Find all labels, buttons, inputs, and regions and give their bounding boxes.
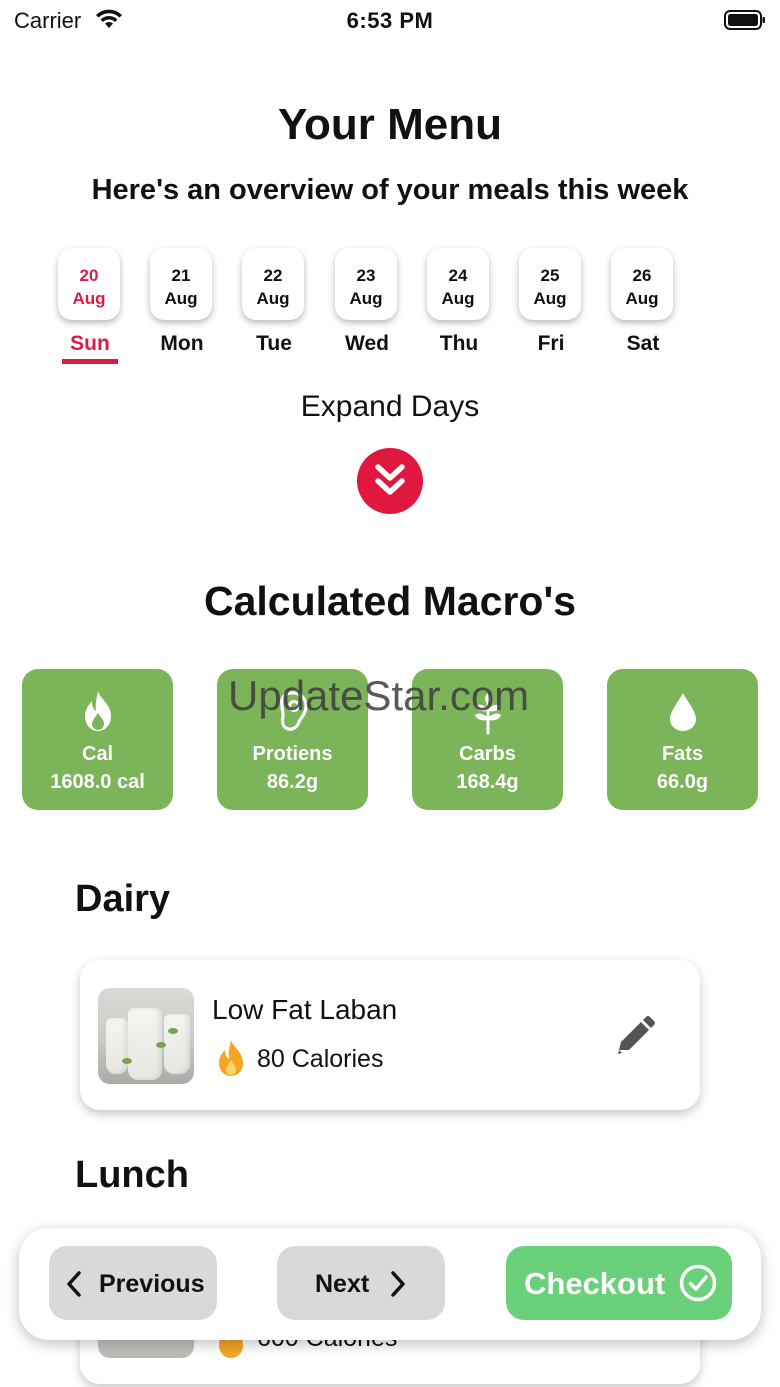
next-label: Next <box>315 1270 370 1298</box>
day-thu[interactable]: 24 Aug Thu <box>427 248 491 368</box>
macro-label: Fats <box>661 743 704 765</box>
day-card: 26 Aug <box>611 248 673 320</box>
macro-value: 168.4g <box>456 771 519 793</box>
day-wed[interactable]: 23 Aug Wed <box>335 248 399 368</box>
day-month: Aug <box>164 289 198 308</box>
selected-day-indicator <box>62 359 118 364</box>
day-picker: 20 Aug Sun 21 Aug Mon 22 Aug Tue 23 Aug … <box>58 248 698 368</box>
macro-proteins: Protiens 86.2g <box>217 669 368 810</box>
day-card: 21 Aug <box>150 248 212 320</box>
meal-calories: 80 Calories <box>257 1045 384 1073</box>
steak-icon <box>280 691 308 731</box>
macro-label: Carbs <box>459 743 516 765</box>
day-month: Aug <box>349 289 383 308</box>
day-number: 20 <box>79 266 99 285</box>
day-mon[interactable]: 21 Aug Mon <box>150 248 214 368</box>
previous-label: Previous <box>99 1270 205 1298</box>
meal-name: Low Fat Laban <box>212 994 398 1025</box>
chevron-left-icon <box>67 1271 81 1297</box>
day-tue[interactable]: 22 Aug Tue <box>242 248 306 368</box>
droplet-icon <box>670 693 696 731</box>
day-number: 24 <box>448 266 468 285</box>
flame-icon <box>219 1040 243 1076</box>
pencil-icon <box>618 1016 655 1054</box>
status-bar: Carrier 6:53 PM <box>0 0 780 40</box>
battery-icon <box>724 10 765 30</box>
meal-image <box>98 988 194 1084</box>
day-number: 25 <box>540 266 560 285</box>
next-button[interactable]: Next <box>277 1246 445 1320</box>
meal-card[interactable]: Low Fat Laban 80 Calories <box>80 960 700 1110</box>
day-number: 21 <box>171 266 191 285</box>
macro-value: 86.2g <box>266 771 319 793</box>
day-label: Sat <box>626 332 660 355</box>
section-title-lunch: Lunch <box>75 1154 189 1196</box>
day-label: Tue <box>256 332 292 355</box>
day-number: 26 <box>632 266 652 285</box>
macro-value: 1608.0 cal <box>50 771 145 793</box>
check-circle-icon <box>679 1264 717 1302</box>
macro-label: Cal <box>81 743 114 765</box>
edit-meal-button[interactable] <box>610 1012 660 1062</box>
macro-label: Protiens <box>252 743 333 765</box>
day-card: 25 Aug <box>519 248 581 320</box>
day-month: Aug <box>441 289 475 308</box>
day-card: 20 Aug <box>58 248 120 320</box>
clock: 6:53 PM <box>346 8 434 33</box>
previous-button[interactable]: Previous <box>49 1246 217 1320</box>
checkout-label: Checkout <box>524 1266 666 1301</box>
expand-days-button[interactable] <box>357 448 423 514</box>
day-month: Aug <box>72 289 106 308</box>
day-sat[interactable]: 26 Aug Sat <box>611 248 675 368</box>
flame-icon <box>85 691 111 731</box>
page-subtitle: Here's an overview of your meals this we… <box>91 174 689 206</box>
day-label: Mon <box>160 332 204 355</box>
checkout-button[interactable]: Checkout <box>506 1246 732 1320</box>
section-title-dairy: Dairy <box>75 878 171 920</box>
day-number: 23 <box>356 266 376 285</box>
bottom-navigation-bar: Previous Next Checkout <box>19 1228 761 1340</box>
expand-days-label: Expand Days <box>300 390 480 423</box>
day-label: Sun <box>70 332 110 355</box>
macros-title: Calculated Macro's <box>203 578 577 624</box>
day-month: Aug <box>533 289 567 308</box>
day-month: Aug <box>256 289 290 308</box>
day-sun[interactable]: 20 Aug Sun <box>58 248 122 368</box>
day-number: 22 <box>263 266 283 285</box>
day-card: 24 Aug <box>427 248 489 320</box>
day-card: 23 Aug <box>335 248 397 320</box>
day-label: Thu <box>439 332 479 355</box>
macro-carbs: Carbs 168.4g <box>412 669 563 810</box>
day-label: Wed <box>345 332 389 355</box>
macro-calories: Cal 1608.0 cal <box>22 669 173 810</box>
wheat-icon <box>475 693 501 735</box>
day-label: Fri <box>537 332 565 355</box>
double-chevron-down-icon <box>375 464 405 495</box>
macro-value: 66.0g <box>656 771 709 793</box>
page-title: Your Menu <box>277 100 503 149</box>
day-card: 22 Aug <box>242 248 304 320</box>
macro-fats: Fats 66.0g <box>607 669 758 810</box>
day-fri[interactable]: 25 Aug Fri <box>519 248 583 368</box>
chevron-right-icon <box>391 1271 405 1297</box>
day-month: Aug <box>625 289 659 308</box>
